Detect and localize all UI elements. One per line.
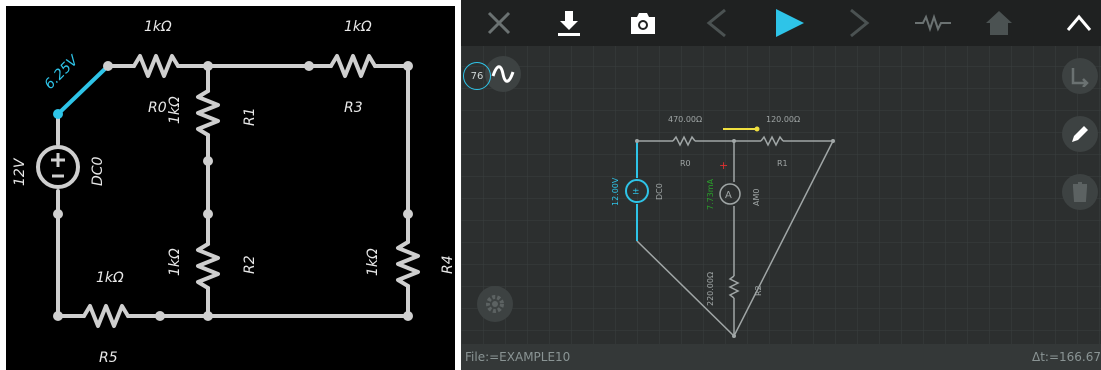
resistor-icon bbox=[915, 13, 951, 33]
r3-value-label: 1kΩ bbox=[344, 19, 372, 35]
collapse-toolbar-button[interactable] bbox=[1051, 0, 1101, 46]
ammeter-name-label: AM0 bbox=[752, 189, 761, 206]
r5-name-label: R5 bbox=[99, 350, 118, 366]
r0-name-label-right: R0 bbox=[680, 159, 691, 168]
home-button[interactable] bbox=[971, 0, 1027, 46]
speed-badge[interactable]: 76 bbox=[463, 62, 491, 90]
svg-text:+: + bbox=[719, 159, 728, 172]
r0-value-label: 1kΩ bbox=[144, 19, 172, 35]
back-icon bbox=[706, 8, 726, 38]
source-voltage-label-right: 12.00V bbox=[611, 177, 620, 206]
settings-button[interactable] bbox=[477, 286, 513, 322]
source-name-label: DC0 bbox=[90, 156, 106, 186]
forward-icon bbox=[850, 8, 870, 38]
download-icon bbox=[558, 11, 580, 36]
gear-icon bbox=[486, 295, 504, 313]
undo-button[interactable] bbox=[689, 0, 745, 46]
play-icon bbox=[776, 9, 804, 37]
rotate-button[interactable] bbox=[1062, 58, 1098, 94]
edit-button[interactable] bbox=[1062, 116, 1098, 152]
ammeter-value-label: 7.73mA bbox=[706, 178, 715, 210]
collapse-icon bbox=[1066, 14, 1092, 31]
rotate-icon bbox=[1071, 68, 1089, 87]
source-name-label-right: DC0 bbox=[655, 183, 664, 200]
redo-button[interactable] bbox=[831, 0, 887, 46]
r1-value-label-right: 120.00Ω bbox=[766, 115, 800, 124]
home-icon bbox=[986, 11, 1012, 35]
simulator-app: ± A + 470.00Ω 120.00Ω R0 R1 220.00Ω R2 A… bbox=[461, 0, 1101, 370]
source-voltage-label: 12V bbox=[12, 157, 28, 186]
r1-name-label: R1 bbox=[242, 107, 258, 126]
pencil-icon bbox=[1072, 126, 1088, 142]
components-button[interactable] bbox=[905, 0, 961, 46]
r2-value-label: 1kΩ bbox=[167, 248, 183, 276]
time-step-label: Δt:=166.67 bbox=[1032, 350, 1101, 364]
trash-icon bbox=[1072, 182, 1088, 202]
r2-value-label-right: 220.00Ω bbox=[706, 272, 715, 306]
r1-name-label-right: R1 bbox=[777, 159, 788, 168]
status-bar: File:=EXAMPLE10 Δt:=166.67 bbox=[461, 344, 1101, 370]
r0-name-label: R0 bbox=[148, 100, 167, 116]
r4-value-label: 1kΩ bbox=[365, 248, 381, 276]
r4-name-label: R4 bbox=[440, 255, 455, 274]
r1-value-label: 1kΩ bbox=[167, 96, 183, 124]
circuit-diagram-right[interactable]: ± A + 470.00Ω 120.00Ω R0 R1 220.00Ω R2 A… bbox=[461, 0, 1101, 370]
circuit-diagram-left: 1kΩ 1kΩ R0 R3 1kΩ R5 1kΩ R1 1kΩ R2 1kΩ R… bbox=[12, 19, 455, 366]
screenshot-button[interactable] bbox=[615, 0, 671, 46]
delete-button[interactable] bbox=[1062, 174, 1098, 210]
download-button[interactable] bbox=[541, 0, 597, 46]
r3-name-label: R3 bbox=[344, 100, 363, 116]
play-button[interactable] bbox=[761, 0, 817, 46]
r2-name-label: R2 bbox=[242, 255, 258, 274]
close-button[interactable] bbox=[471, 0, 527, 46]
circuit-canvas-left[interactable]: 1kΩ 1kΩ R0 R3 1kΩ R5 1kΩ R1 1kΩ R2 1kΩ R… bbox=[6, 6, 455, 370]
close-icon bbox=[487, 11, 511, 35]
r5-value-label: 1kΩ bbox=[96, 270, 124, 286]
switch-voltage-label: 6.25V bbox=[42, 52, 83, 93]
svg-text:A: A bbox=[725, 190, 732, 201]
r2-name-label-right: R2 bbox=[754, 285, 763, 296]
camera-icon bbox=[631, 13, 655, 34]
r0-value-label-right: 470.00Ω bbox=[668, 115, 702, 124]
svg-text:±: ± bbox=[632, 187, 640, 197]
toolbar bbox=[461, 0, 1101, 46]
file-name-label: File:=EXAMPLE10 bbox=[465, 350, 571, 364]
